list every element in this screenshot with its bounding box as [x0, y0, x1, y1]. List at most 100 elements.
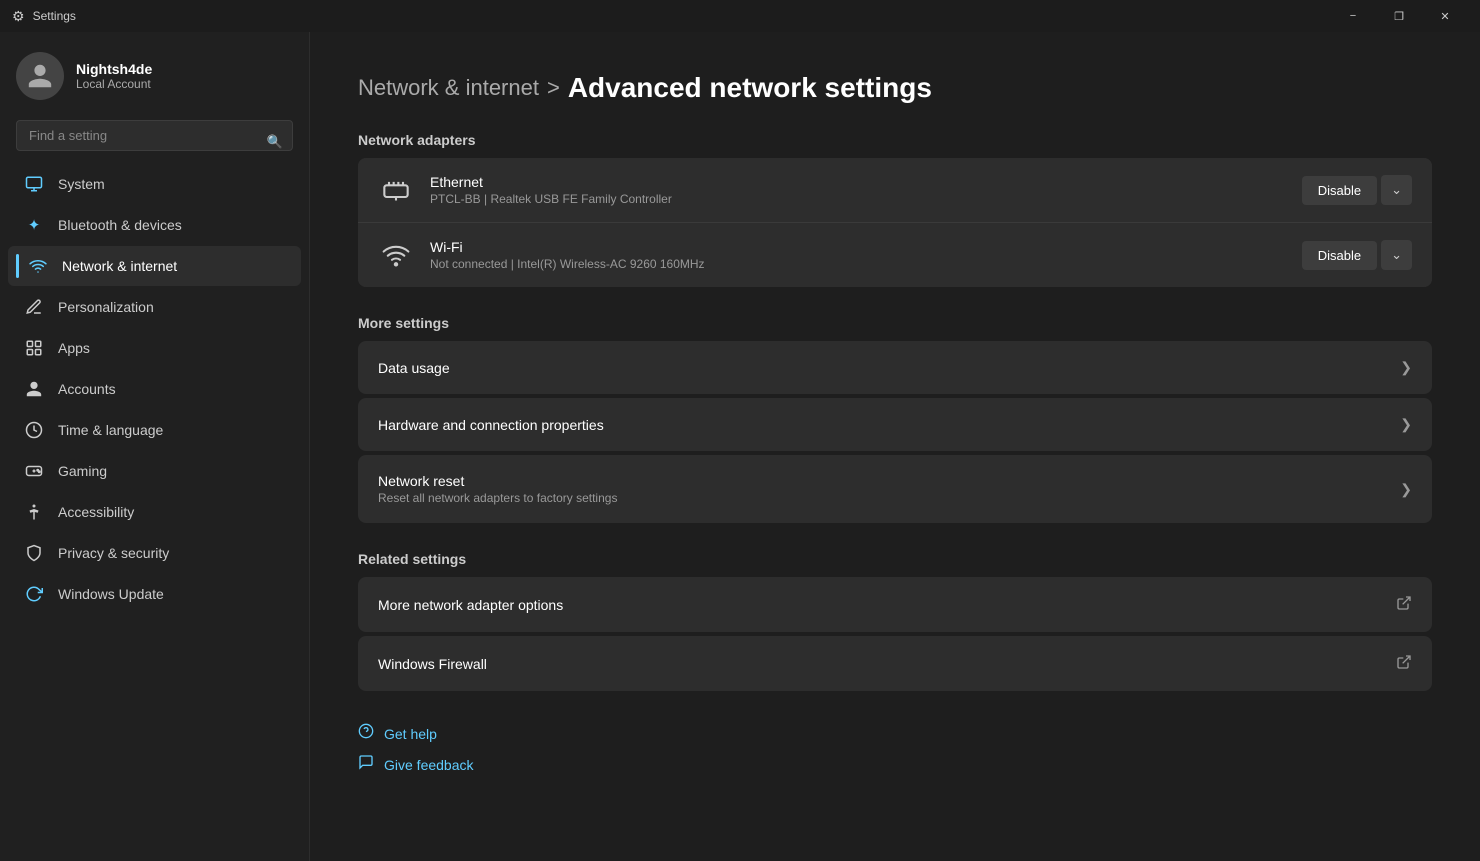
more-settings-heading: More settings — [358, 315, 1432, 331]
search-container: 🔍 — [0, 116, 309, 163]
sidebar-item-gaming[interactable]: Gaming — [8, 451, 301, 491]
avatar — [16, 52, 64, 100]
breadcrumb-parent[interactable]: Network & internet — [358, 75, 539, 101]
sidebar-item-gaming-label: Gaming — [58, 463, 285, 479]
hardware-properties-row[interactable]: Hardware and connection properties ❯ — [358, 398, 1432, 451]
sidebar-item-privacy[interactable]: Privacy & security — [8, 533, 301, 573]
network-reset-subtitle: Reset all network adapters to factory se… — [378, 491, 1400, 505]
search-input[interactable] — [16, 120, 293, 151]
get-help-icon — [358, 723, 374, 744]
ethernet-expand-button[interactable]: ⌄ — [1381, 175, 1412, 205]
breadcrumb-separator: > — [547, 75, 560, 101]
data-usage-title: Data usage — [378, 360, 1400, 376]
more-adapter-options-external-icon — [1396, 595, 1412, 614]
titlebar: ⚙ Settings − ❐ ✕ — [0, 0, 1480, 32]
maximize-button[interactable]: ❐ — [1376, 0, 1422, 32]
wifi-disable-button[interactable]: Disable — [1302, 241, 1377, 270]
windows-firewall-content: Windows Firewall — [378, 656, 1396, 672]
profile-type: Local Account — [76, 77, 152, 91]
ethernet-icon — [378, 172, 414, 208]
titlebar-title: Settings — [33, 9, 76, 23]
more-adapter-options-row[interactable]: More network adapter options — [358, 577, 1432, 632]
profile-area[interactable]: Nightsh4de Local Account — [0, 32, 309, 116]
windows-firewall-external-icon — [1396, 654, 1412, 673]
give-feedback-label: Give feedback — [384, 757, 474, 773]
sidebar-item-update[interactable]: Windows Update — [8, 574, 301, 614]
breadcrumb-current: Advanced network settings — [568, 72, 932, 104]
wifi-icon — [378, 237, 414, 273]
ethernet-disable-button[interactable]: Disable — [1302, 176, 1377, 205]
bluetooth-icon: ✦ — [24, 215, 44, 235]
sidebar-item-system-label: System — [58, 176, 285, 192]
settings-icon: ⚙ — [12, 8, 25, 25]
network-icon — [28, 256, 48, 276]
windows-firewall-title: Windows Firewall — [378, 656, 1396, 672]
time-icon — [24, 420, 44, 440]
privacy-icon — [24, 543, 44, 563]
data-usage-row[interactable]: Data usage ❯ — [358, 341, 1432, 394]
bottom-links: Get help Give feedback — [358, 723, 1432, 775]
hardware-properties-content: Hardware and connection properties — [378, 417, 1400, 433]
minimize-button[interactable]: − — [1330, 0, 1376, 32]
personalization-icon — [24, 297, 44, 317]
ethernet-controls: Disable ⌄ — [1302, 175, 1412, 205]
ethernet-adapter-item: Ethernet PTCL-BB | Realtek USB FE Family… — [358, 158, 1432, 223]
ethernet-desc: PTCL-BB | Realtek USB FE Family Controll… — [430, 192, 1286, 206]
sidebar-item-personalization-label: Personalization — [58, 299, 285, 315]
main-content: Network & internet > Advanced network se… — [310, 32, 1480, 861]
sidebar-item-update-label: Windows Update — [58, 586, 285, 602]
sidebar: Nightsh4de Local Account 🔍 System ✦ Blue… — [0, 32, 310, 861]
related-settings-section: Related settings More network adapter op… — [358, 551, 1432, 691]
give-feedback-link[interactable]: Give feedback — [358, 754, 1432, 775]
nav-list: System ✦ Bluetooth & devices Network & i… — [0, 163, 309, 615]
accounts-icon — [24, 379, 44, 399]
sidebar-item-time-label: Time & language — [58, 422, 285, 438]
windows-firewall-row[interactable]: Windows Firewall — [358, 636, 1432, 691]
sidebar-item-personalization[interactable]: Personalization — [8, 287, 301, 327]
hardware-properties-title: Hardware and connection properties — [378, 417, 1400, 433]
titlebar-left: ⚙ Settings — [12, 8, 76, 25]
sidebar-item-accounts[interactable]: Accounts — [8, 369, 301, 409]
hardware-properties-chevron-icon: ❯ — [1400, 416, 1412, 433]
system-icon — [24, 174, 44, 194]
adapters-card: Ethernet PTCL-BB | Realtek USB FE Family… — [358, 158, 1432, 287]
profile-name: Nightsh4de — [76, 61, 152, 77]
more-adapter-options-title: More network adapter options — [378, 597, 1396, 613]
sidebar-item-time[interactable]: Time & language — [8, 410, 301, 450]
user-icon — [26, 62, 54, 90]
titlebar-controls: − ❐ ✕ — [1330, 0, 1468, 32]
apps-icon — [24, 338, 44, 358]
sidebar-item-bluetooth[interactable]: ✦ Bluetooth & devices — [8, 205, 301, 245]
accessibility-icon — [24, 502, 44, 522]
sidebar-item-apps[interactable]: Apps — [8, 328, 301, 368]
sidebar-item-network[interactable]: Network & internet — [8, 246, 301, 286]
sidebar-item-apps-label: Apps — [58, 340, 285, 356]
more-settings-section: More settings Data usage ❯ Hardware and … — [358, 315, 1432, 523]
sidebar-item-bluetooth-label: Bluetooth & devices — [58, 217, 285, 233]
data-usage-content: Data usage — [378, 360, 1400, 376]
more-adapter-options-content: More network adapter options — [378, 597, 1396, 613]
gaming-icon — [24, 461, 44, 481]
related-settings-heading: Related settings — [358, 551, 1432, 567]
sidebar-item-accounts-label: Accounts — [58, 381, 285, 397]
network-adapters-section: Network adapters — [358, 132, 1432, 287]
wifi-controls: Disable ⌄ — [1302, 240, 1412, 270]
network-reset-row[interactable]: Network reset Reset all network adapters… — [358, 455, 1432, 523]
sidebar-item-privacy-label: Privacy & security — [58, 545, 285, 561]
ethernet-info: Ethernet PTCL-BB | Realtek USB FE Family… — [430, 174, 1286, 206]
get-help-label: Get help — [384, 726, 437, 742]
close-button[interactable]: ✕ — [1422, 0, 1468, 32]
network-reset-chevron-icon: ❯ — [1400, 481, 1412, 498]
update-icon — [24, 584, 44, 604]
sidebar-item-accessibility-label: Accessibility — [58, 504, 285, 520]
app-container: Nightsh4de Local Account 🔍 System ✦ Blue… — [0, 32, 1480, 861]
get-help-link[interactable]: Get help — [358, 723, 1432, 744]
wifi-desc: Not connected | Intel(R) Wireless-AC 926… — [430, 257, 1286, 271]
wifi-name: Wi-Fi — [430, 239, 1286, 255]
wifi-info: Wi-Fi Not connected | Intel(R) Wireless-… — [430, 239, 1286, 271]
sidebar-item-accessibility[interactable]: Accessibility — [8, 492, 301, 532]
data-usage-chevron-icon: ❯ — [1400, 359, 1412, 376]
profile-info: Nightsh4de Local Account — [76, 61, 152, 91]
sidebar-item-system[interactable]: System — [8, 164, 301, 204]
wifi-expand-button[interactable]: ⌄ — [1381, 240, 1412, 270]
